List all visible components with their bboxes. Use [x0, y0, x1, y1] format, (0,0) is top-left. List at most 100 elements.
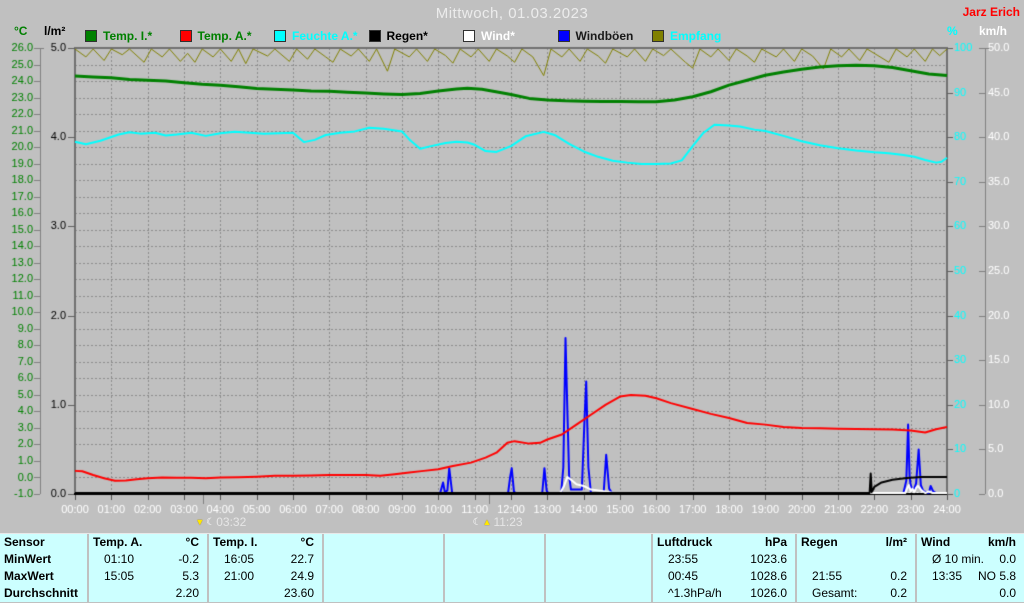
page-title: Mittwoch, 01.03.2023: [435, 5, 589, 22]
column-name: [445, 534, 449, 551]
cell-time: 16:05: [224, 552, 255, 566]
axis-unit-humidity: %: [947, 24, 958, 38]
arrow-down-icon: ▼: [195, 517, 205, 527]
cell-time: [546, 568, 561, 585]
cell-value: 24.9: [290, 569, 314, 583]
table-row: [445, 551, 544, 568]
cell-value: 0.2: [890, 586, 907, 600]
table-column-temp-i: Temp. I. °C 16:05 22.7 21:00 24.9 23.60: [209, 534, 322, 602]
column-unit: [435, 534, 443, 551]
moon-rise-marker: ☾ ▲ 11:23: [473, 515, 523, 529]
table-row: [324, 585, 443, 602]
legend-item-temp-a[interactable]: Temp. A.*: [179, 29, 252, 43]
moon-set-marker: ▼ ☾ 03:32: [195, 515, 246, 529]
table-column-regen: Regen l/m² 21:55 0.2 Gesamt: 0.2: [797, 534, 915, 602]
temp-a-swatch-icon: [179, 29, 192, 42]
wind-swatch-icon: [463, 29, 475, 42]
legend-item-empfang[interactable]: Empfang: [652, 28, 722, 43]
cell-value: [643, 551, 651, 568]
table-column-luftdruck: Luftdruck hPa 23:55 1023.6 00:45 1028.6 ^1.3hP…: [653, 534, 795, 602]
cell-time: [445, 551, 460, 568]
legend-label: Feuchte A.*: [292, 28, 358, 43]
table-column-empty: [445, 534, 544, 602]
cell-value: [435, 568, 443, 585]
cell-time: [445, 585, 460, 602]
temp-i-swatch-icon: [85, 29, 97, 42]
legend-label: Empfang: [670, 28, 722, 43]
cell-value: [643, 568, 651, 585]
table-column-empty: [546, 534, 651, 602]
cell-value: [536, 551, 544, 568]
cell-value: 23.60: [283, 586, 314, 600]
table-row: Ø 10 min. 0.0: [917, 551, 1024, 568]
legend-item-regen[interactable]: Regen*: [368, 29, 428, 43]
cell-value: 1028.6: [750, 569, 787, 583]
cell-time: Gesamt:: [812, 586, 858, 600]
column-name: Temp. I.: [213, 535, 258, 549]
arrow-up-icon: ▲: [482, 517, 492, 527]
cell-time: [546, 585, 561, 602]
legend-label: Windböen: [575, 28, 634, 43]
legend-item-wind[interactable]: Wind*: [463, 28, 515, 43]
table-row: 15:05 5.3: [89, 568, 207, 585]
table-row-labels: Sensor MinWert MaxWert Durchschnitt: [0, 534, 87, 602]
column-name: Luftdruck: [657, 535, 713, 549]
cell-value: 2.20: [175, 586, 199, 600]
table-row-label: Durchschnitt: [4, 586, 79, 600]
cell-time: 01:10: [104, 552, 135, 566]
column-unit: l/m²: [885, 535, 907, 549]
table-row: [445, 568, 544, 585]
cell-value: 1026.0: [750, 586, 787, 600]
column-unit: [536, 534, 544, 551]
cell-value: NO 5.8: [977, 569, 1016, 583]
cell-time: [324, 551, 339, 568]
table-row-label: Sensor: [4, 535, 45, 549]
column-unit: °C: [300, 535, 314, 549]
empfang-swatch-icon: [652, 29, 664, 42]
cell-time: [89, 585, 104, 602]
windboeen-swatch-icon: [557, 29, 570, 42]
table-row: 0.0: [917, 585, 1024, 602]
column-name: Regen: [801, 535, 838, 549]
table-row: [797, 551, 915, 568]
cell-value: [643, 585, 651, 602]
cell-value: [435, 551, 443, 568]
cell-time: 13:35: [932, 569, 963, 583]
legend-label: Wind*: [481, 28, 515, 43]
cell-time: 00:45: [668, 569, 699, 583]
moon-icon: ☾: [206, 516, 216, 528]
table-row-label: MinWert: [4, 552, 52, 566]
table-column-wind: Wind km/h Ø 10 min. 0.0 13:35 NO 5.8 0.0: [917, 534, 1024, 602]
cell-time: [797, 551, 812, 568]
watermark-author: Jarz Erich: [962, 5, 1020, 19]
table-row: 23.60: [209, 585, 322, 602]
cell-value: 5.3: [182, 569, 199, 583]
column-name: Temp. A.: [93, 535, 143, 549]
table-row: [445, 585, 544, 602]
column-unit: °C: [185, 535, 199, 549]
cell-value: [536, 585, 544, 602]
moon-set-time: 03:32: [216, 515, 247, 529]
weather-chart-plot[interactable]: [0, 0, 1024, 533]
feuchte-swatch-icon: [274, 29, 286, 42]
legend-item-feuchte[interactable]: Feuchte A.*: [274, 28, 358, 43]
table-row: 21:55 0.2: [797, 568, 915, 585]
table-row: [546, 551, 651, 568]
legend-item-temp-i[interactable]: Temp. I.*: [85, 29, 152, 43]
moon-icon: ☾: [472, 516, 482, 528]
axis-unit-temp: °C: [14, 24, 28, 38]
legend-item-windboeen[interactable]: Windböen: [557, 28, 634, 43]
cell-value: -0.2: [178, 552, 199, 566]
cell-time: 23:55: [668, 552, 699, 566]
table-row: ^1.3hPa/h 1026.0: [653, 585, 795, 602]
column-name: Wind: [921, 535, 951, 549]
table-row: [546, 585, 651, 602]
table-row: 13:35 NO 5.8: [917, 568, 1024, 585]
cell-value: 1023.6: [750, 552, 787, 566]
table-row: 00:45 1028.6: [653, 568, 795, 585]
cell-time: Ø 10 min.: [932, 552, 985, 566]
table-row: 21:00 24.9: [209, 568, 322, 585]
cell-time: [209, 585, 224, 602]
table-column-empty: [324, 534, 443, 602]
table-row-label: MaxWert: [4, 569, 54, 583]
